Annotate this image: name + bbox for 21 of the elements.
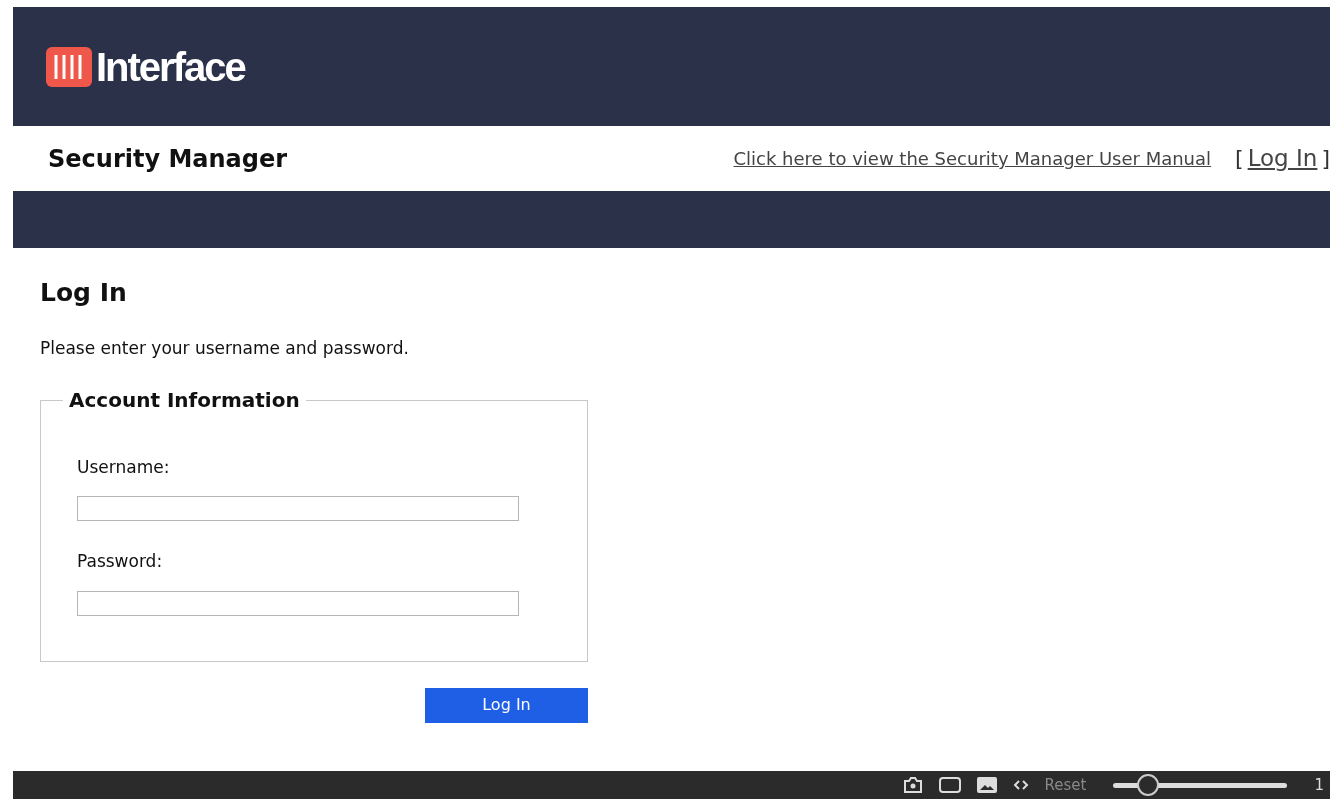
slider-thumb[interactable] [1137, 774, 1160, 796]
reset-button[interactable]: Reset [1044, 773, 1087, 797]
manual-link[interactable]: Click here to view the Security Manager User Manual [733, 145, 1212, 172]
camera-icon[interactable] [902, 777, 923, 793]
bracket: [ [1235, 145, 1244, 173]
app-title: Security Manager [48, 143, 288, 175]
instructions-text: Please enter your username and password. [40, 337, 410, 360]
window-icon[interactable] [938, 777, 961, 793]
logo-icon [46, 46, 92, 87]
logo-text: Interface [96, 46, 245, 87]
field-label: Password: [77, 550, 164, 573]
zoom-reading: 1 [1314, 774, 1324, 796]
code-icon[interactable] [1012, 779, 1029, 791]
input-field[interactable] [77, 590, 519, 616]
input-field[interactable] [77, 496, 519, 521]
bracket: ] [1321, 145, 1330, 173]
login-button[interactable]: Log In [425, 687, 588, 723]
field-label: Username: [77, 455, 171, 479]
page-heading: Log In [40, 278, 128, 308]
image-icon[interactable] [976, 777, 997, 793]
login-link[interactable]: Log In [1247, 141, 1318, 176]
